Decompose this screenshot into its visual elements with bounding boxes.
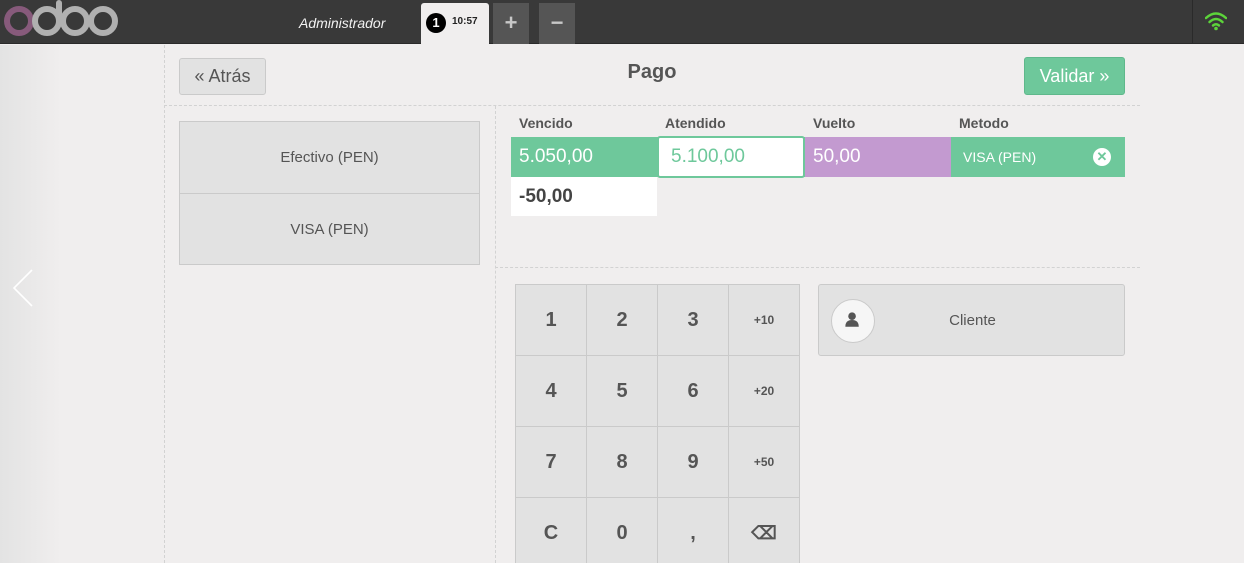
wifi-icon[interactable] bbox=[1205, 11, 1227, 31]
numpad-key-6[interactable]: 6 bbox=[658, 356, 729, 427]
user-icon bbox=[831, 299, 875, 343]
header-method: Metodo bbox=[959, 115, 1009, 131]
paymentline-row[interactable]: 5.050,00 5.100,00 50,00 VISA (PEN) ✕ bbox=[511, 136, 1125, 178]
paymentline-tendered-input[interactable]: 5.100,00 bbox=[657, 136, 805, 178]
numpad-key-plus20[interactable]: +20 bbox=[729, 356, 800, 427]
payment-methods: Efectivo (PEN) VISA (PEN) bbox=[179, 121, 480, 265]
numpad-key-0[interactable]: 0 bbox=[587, 498, 658, 563]
paymentline-due: 5.050,00 bbox=[519, 146, 593, 167]
order-tab[interactable]: 1 10:57 bbox=[421, 3, 489, 44]
numpad-key-comma[interactable]: , bbox=[658, 498, 729, 563]
numpad-key-plus10[interactable]: +10 bbox=[729, 285, 800, 356]
payment-method-visa[interactable]: VISA (PEN) bbox=[180, 193, 479, 264]
divider bbox=[1192, 0, 1193, 44]
numpad-key-7[interactable]: 7 bbox=[516, 427, 587, 498]
numpad: 1 2 3 +10 4 5 6 +20 7 8 9 +50 C 0 , ⌫ bbox=[515, 284, 800, 563]
numpad-key-8[interactable]: 8 bbox=[587, 427, 658, 498]
numpad-key-2[interactable]: 2 bbox=[587, 285, 658, 356]
header-change: Vuelto bbox=[813, 115, 856, 131]
divider bbox=[495, 267, 1140, 268]
page-title: Pago bbox=[627, 61, 677, 83]
odoo-logo bbox=[4, 0, 118, 38]
header-tendered: Atendido bbox=[665, 115, 726, 131]
order-time: 10:57 bbox=[452, 16, 478, 27]
numpad-key-9[interactable]: 9 bbox=[658, 427, 729, 498]
divider bbox=[164, 45, 165, 563]
top-bar: Administrador 1 10:57 + − bbox=[0, 0, 1244, 44]
numpad-key-plus50[interactable]: +50 bbox=[729, 427, 800, 498]
header-due: Vencido bbox=[519, 115, 573, 131]
back-button[interactable]: « Atrás bbox=[179, 58, 266, 95]
numpad-key-4[interactable]: 4 bbox=[516, 356, 587, 427]
user-name[interactable]: Administrador bbox=[299, 0, 385, 44]
backspace-icon[interactable]: ⌫ bbox=[729, 498, 800, 563]
paymentline-change: 50,00 bbox=[805, 137, 951, 177]
validate-button[interactable]: Validar » bbox=[1024, 57, 1125, 95]
remove-order-button[interactable]: − bbox=[539, 3, 575, 44]
delete-paymentline-icon[interactable]: ✕ bbox=[1093, 148, 1111, 166]
numpad-key-clear[interactable]: C bbox=[516, 498, 587, 563]
order-number-badge: 1 bbox=[426, 13, 446, 33]
payment-header: Pago « Atrás Validar » bbox=[164, 45, 1140, 106]
add-order-button[interactable]: + bbox=[493, 3, 529, 44]
numpad-key-1[interactable]: 1 bbox=[516, 285, 587, 356]
chevron-left-icon[interactable] bbox=[8, 268, 44, 308]
numpad-key-3[interactable]: 3 bbox=[658, 285, 729, 356]
divider bbox=[495, 106, 496, 563]
customer-button[interactable]: Cliente bbox=[818, 284, 1125, 356]
remaining-amount: -50,00 bbox=[511, 177, 657, 216]
numpad-key-5[interactable]: 5 bbox=[587, 356, 658, 427]
payment-method-cash[interactable]: Efectivo (PEN) bbox=[180, 122, 479, 193]
payment-screen: Pago « Atrás Validar » Efectivo (PEN) VI… bbox=[164, 45, 1140, 563]
